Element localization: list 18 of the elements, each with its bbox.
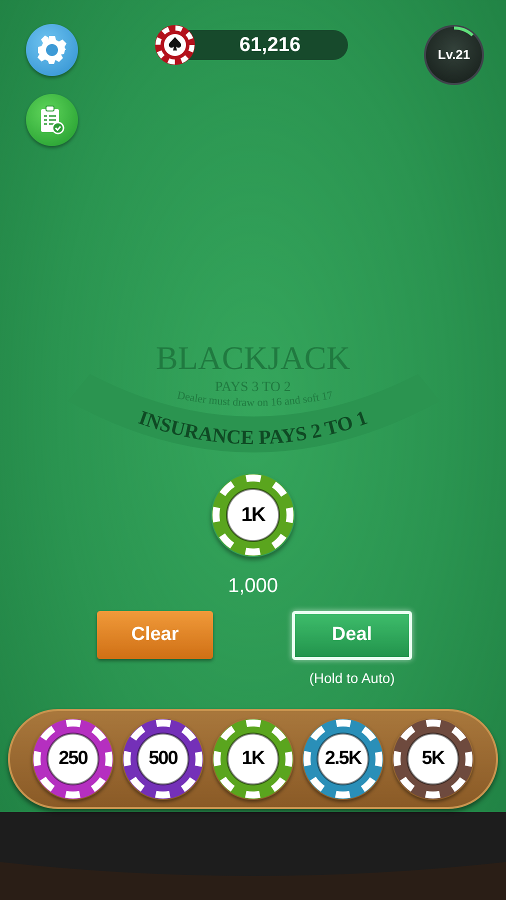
level-badge[interactable]: Lv.21 <box>424 25 484 85</box>
coin-balance: 61,216 <box>239 33 301 58</box>
poker-chip-icon <box>154 24 196 66</box>
settings-icon <box>36 34 68 66</box>
chip-button[interactable]: 1K <box>212 718 294 800</box>
bet-chip-label: 1K <box>241 503 265 528</box>
hold-hint: (Hold to Auto) <box>309 669 395 688</box>
chip-button[interactable]: 2.5K <box>302 718 384 800</box>
chip-button[interactable]: 250 <box>32 718 114 800</box>
clipboard-check-icon <box>39 105 65 135</box>
insurance-text: INSURANCE PAYS 2 TO 1 <box>136 406 370 450</box>
bet-chip[interactable]: 1K <box>211 473 295 557</box>
chip-button[interactable]: 500 <box>122 718 204 800</box>
level-label: Lv.21 <box>438 46 470 64</box>
missions-button[interactable] <box>26 94 78 146</box>
bet-amount: 1,000 <box>228 574 278 599</box>
chip-button[interactable]: 5K <box>392 718 474 800</box>
settings-button[interactable] <box>26 24 78 76</box>
